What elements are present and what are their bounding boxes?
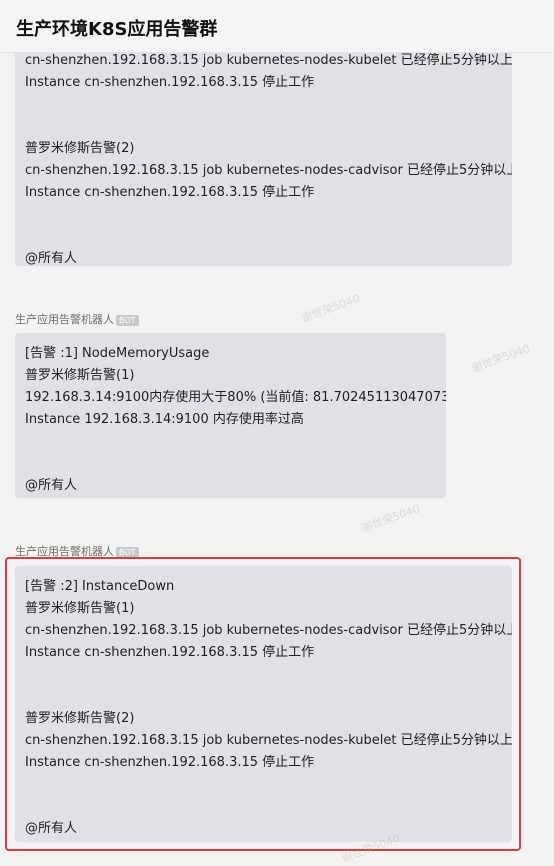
- message-bubble-1[interactable]: cn-shenzhen.192.168.3.15 job kubernetes-…: [15, 40, 512, 266]
- message-line: [告警 :1] NodeMemoryUsage: [25, 346, 210, 361]
- sender-label: 生产应用告警机器人: [15, 545, 114, 558]
- message-blank: [25, 664, 502, 708]
- bot-badge: BOT: [116, 546, 139, 558]
- message-blank: [25, 431, 436, 475]
- message-line: Instance cn-shenzhen.192.168.3.15 停止工作: [25, 75, 315, 90]
- message-line: 普罗米修斯告警(1): [25, 601, 135, 616]
- sender-name[interactable]: 生产应用告警机器人 BOT: [15, 545, 139, 559]
- message-blank: [25, 774, 502, 818]
- mention-all[interactable]: @所有人: [25, 248, 502, 266]
- bot-badge: BOT: [116, 314, 139, 326]
- message-line: Instance cn-shenzhen.192.168.3.15 停止工作: [25, 645, 315, 660]
- message-line: 192.168.3.14:9100内存使用大于80% (当前值: 81.7024…: [25, 390, 446, 405]
- sender-label: 生产应用告警机器人: [15, 313, 114, 326]
- message-line: cn-shenzhen.192.168.3.15 job kubernetes-…: [25, 733, 512, 748]
- watermark: 谢世荣5040: [469, 341, 532, 376]
- message-line: 普罗米修斯告警(1): [25, 368, 135, 383]
- message-line: Instance cn-shenzhen.192.168.3.15 停止工作: [25, 755, 315, 770]
- message-blank: [25, 94, 502, 138]
- message-line: Instance cn-shenzhen.192.168.3.15 停止工作: [25, 185, 315, 200]
- message-line: cn-shenzhen.192.168.3.15 job kubernetes-…: [25, 623, 512, 638]
- mention-all[interactable]: @所有人: [25, 475, 436, 497]
- watermark: 谢世荣5040: [299, 291, 362, 326]
- chat-title: 生产环境K8S应用告警群: [16, 19, 218, 40]
- message-line: 普罗米修斯告警(2): [25, 141, 135, 156]
- sender-name[interactable]: 生产应用告警机器人 BOT: [15, 313, 139, 327]
- message-line: cn-shenzhen.192.168.3.15 job kubernetes-…: [25, 163, 512, 178]
- message-line: cn-shenzhen.192.168.3.15 job kubernetes-…: [25, 53, 512, 68]
- message-blank: [25, 204, 502, 248]
- message-line: 普罗米修斯告警(2): [25, 711, 135, 726]
- message-line: [告警 :2] InstanceDown: [25, 579, 175, 594]
- mention-all[interactable]: @所有人: [25, 818, 502, 840]
- message-bubble-3[interactable]: [告警 :2] InstanceDown 普罗米修斯告警(1) cn-shenz…: [15, 566, 512, 842]
- chat-header: 生产环境K8S应用告警群: [0, 0, 554, 53]
- message-bubble-2[interactable]: [告警 :1] NodeMemoryUsage 普罗米修斯告警(1) 192.1…: [15, 333, 446, 498]
- watermark: 谢世荣5040: [359, 501, 422, 536]
- message-line: Instance 192.168.3.14:9100 内存使用率过高: [25, 412, 304, 427]
